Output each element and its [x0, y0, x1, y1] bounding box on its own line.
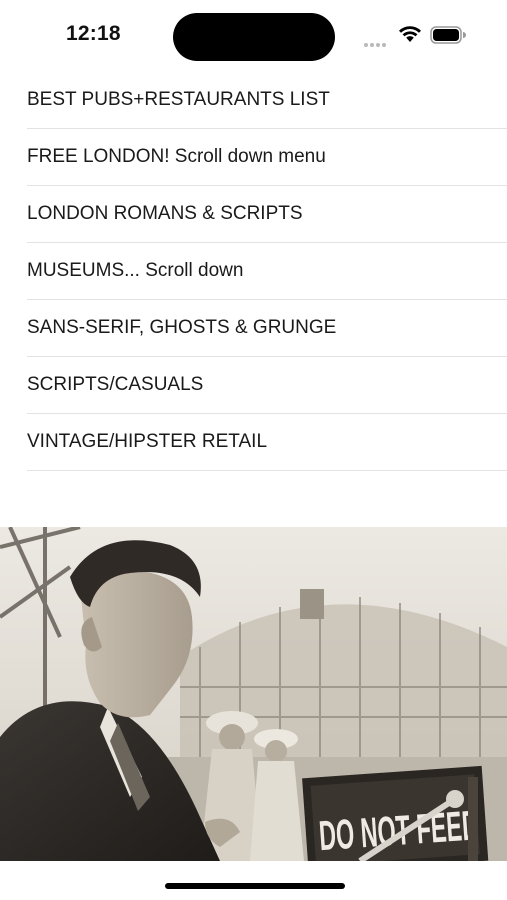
battery-icon	[430, 26, 466, 44]
vintage-photo: DO NOT FEED	[0, 527, 507, 861]
menu-item-museums[interactable]: MUSEUMS... Scroll down	[27, 243, 507, 300]
vintage-photo-illustration: DO NOT FEED	[0, 527, 507, 861]
dynamic-island	[173, 13, 335, 61]
status-bar: 12:18	[0, 0, 507, 76]
category-menu-list: BEST PUBS+RESTAURANTS LIST FREE LONDON! …	[0, 72, 507, 471]
signal-dots-icon	[364, 34, 390, 47]
menu-item-scripts-casuals[interactable]: SCRIPTS/CASUALS	[27, 357, 507, 414]
menu-item-label: SANS-SERIF, GHOSTS & GRUNGE	[27, 317, 337, 338]
menu-item-label: FREE LONDON! Scroll down menu	[27, 146, 326, 167]
menu-item-sans-serif[interactable]: SANS-SERIF, GHOSTS & GRUNGE	[27, 300, 507, 357]
menu-item-best-pubs[interactable]: BEST PUBS+RESTAURANTS LIST	[27, 72, 507, 129]
wifi-icon	[399, 26, 421, 42]
clock-time: 12:18	[66, 22, 121, 45]
menu-item-label: LONDON ROMANS & SCRIPTS	[27, 203, 303, 224]
menu-item-london-romans[interactable]: LONDON ROMANS & SCRIPTS	[27, 186, 507, 243]
home-indicator-area	[0, 861, 507, 900]
menu-item-label: BEST PUBS+RESTAURANTS LIST	[27, 89, 330, 110]
menu-item-label: VINTAGE/HIPSTER RETAIL	[27, 431, 268, 452]
home-indicator[interactable]	[165, 883, 345, 889]
menu-item-free-london[interactable]: FREE LONDON! Scroll down menu	[27, 129, 507, 186]
menu-item-label: SCRIPTS/CASUALS	[27, 374, 204, 395]
menu-item-label: MUSEUMS... Scroll down	[27, 260, 244, 281]
menu-item-vintage-retail[interactable]: VINTAGE/HIPSTER RETAIL	[27, 414, 507, 471]
